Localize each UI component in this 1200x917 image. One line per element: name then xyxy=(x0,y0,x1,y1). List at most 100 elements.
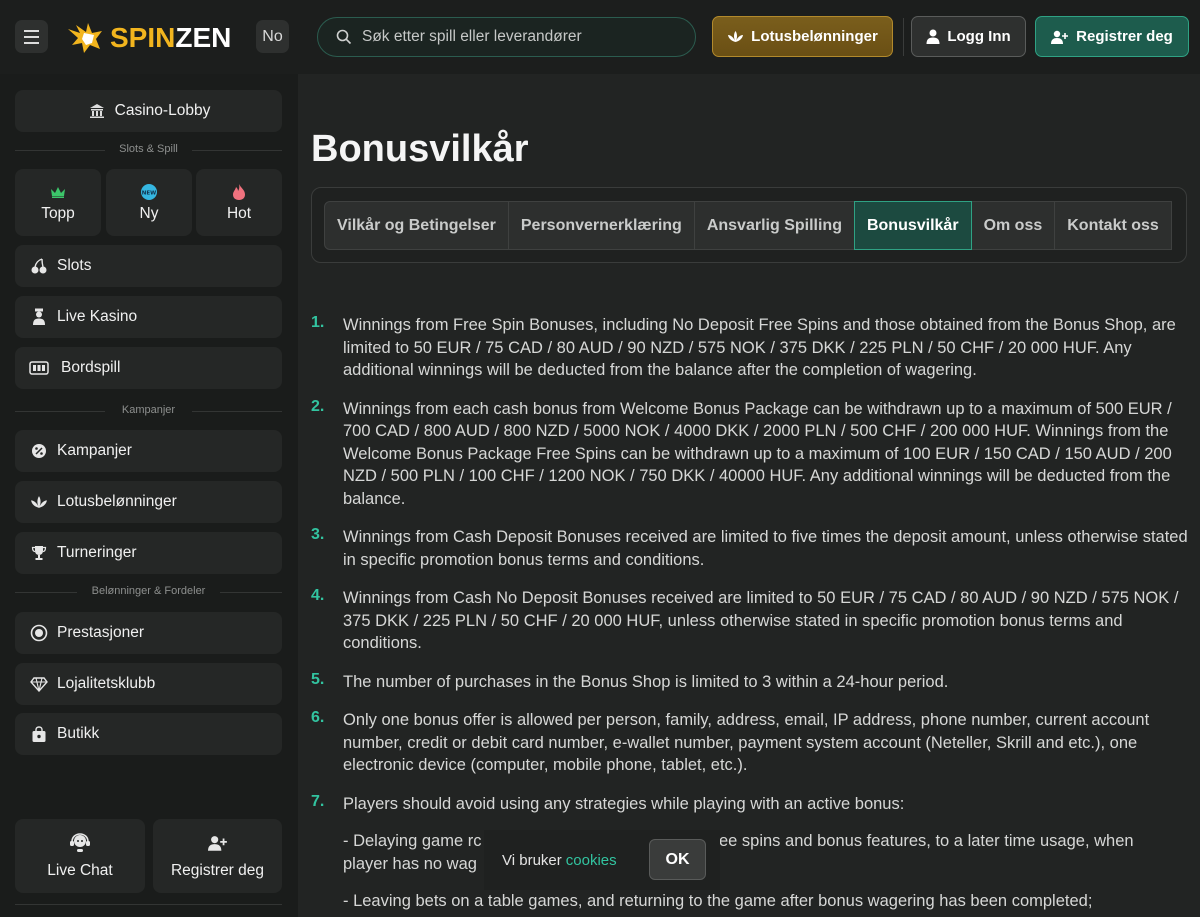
shop-bag-icon xyxy=(29,724,49,744)
chat-support-icon xyxy=(70,833,90,852)
main-content: Bonusvilkår Vilkår og Betingelser Person… xyxy=(298,74,1200,917)
new-badge-icon: NEW xyxy=(140,182,158,202)
list-item: 5. The number of purchases in the Bonus … xyxy=(311,671,1189,694)
lotus-rewards-label: Lotusbelønninger xyxy=(751,28,878,45)
section-label-rewards: Belønninger & Fordeler xyxy=(15,585,282,599)
card-table-icon xyxy=(29,358,49,378)
cookies-link[interactable]: cookies xyxy=(566,852,617,869)
temple-icon xyxy=(87,101,107,121)
term-number: 5. xyxy=(311,670,325,688)
register-button[interactable]: Registrer deg xyxy=(1035,16,1189,57)
tab-about-us[interactable]: Om oss xyxy=(970,201,1056,250)
sub-item-leaving-bets: - Leaving bets on a table games, and ret… xyxy=(343,892,1093,910)
sidebar-item-label: Lotusbelønninger xyxy=(57,493,177,510)
login-button[interactable]: Logg Inn xyxy=(911,16,1026,57)
page-title: Bonusvilkår xyxy=(311,128,529,170)
live-chat-label: Live Chat xyxy=(47,862,113,879)
term-number: 4. xyxy=(311,587,325,604)
tab-bonus-terms[interactable]: Bonusvilkår xyxy=(853,201,972,250)
tile-top[interactable]: Topp xyxy=(15,169,101,236)
cookie-ok-button[interactable]: OK xyxy=(649,839,706,880)
sidebar-item-label: Lojalitetsklubb xyxy=(57,675,156,692)
tile-hot[interactable]: Hot xyxy=(196,169,282,236)
search-bar[interactable] xyxy=(317,17,696,57)
sidebar-item-live-casino[interactable]: Live Kasino xyxy=(15,296,282,338)
list-item: 4. Winnings from Cash No Deposit Bonuses… xyxy=(311,587,1189,655)
lotus-rewards-button[interactable]: Lotusbelønninger xyxy=(712,16,893,57)
term-number: 3. xyxy=(311,526,325,543)
list-item: 6. Only one bonus offer is allowed per p… xyxy=(311,709,1189,777)
logo[interactable]: SPINZEN xyxy=(66,20,231,56)
sidebar-register-button[interactable]: Registrer deg xyxy=(153,819,282,893)
sidebar-item-campaigns[interactable]: Kampanjer xyxy=(15,430,282,472)
user-icon xyxy=(926,29,940,44)
cherries-icon xyxy=(29,256,49,276)
term-number: 2. xyxy=(311,397,325,415)
sidebar-item-lotus-rewards[interactable]: Lotusbelønninger xyxy=(15,481,282,523)
list-item: 7. Players should avoid using any strate… xyxy=(311,793,1189,816)
term-number: 6. xyxy=(311,709,325,726)
sidebar-item-label: Butikk xyxy=(57,725,100,742)
tile-new-label: Ny xyxy=(139,205,159,222)
percent-icon xyxy=(29,441,49,461)
tab-privacy-policy[interactable]: Personvernerklæring xyxy=(507,201,695,250)
lotus-icon xyxy=(29,492,49,512)
tile-new[interactable]: NEW Ny xyxy=(106,169,192,236)
term-text: The number of purchases in the Bonus Sho… xyxy=(343,672,949,691)
unicorn-logo-icon xyxy=(68,23,102,53)
bonus-terms-list: 1. Winnings from Free Spin Bonuses, incl… xyxy=(311,314,1189,831)
section-label-slots: Slots & Spill xyxy=(15,143,282,157)
tab-responsible-gaming[interactable]: Ansvarlig Spilling xyxy=(693,201,855,250)
hamburger-menu-button[interactable] xyxy=(15,20,48,53)
sidebar-item-label: Prestasjoner xyxy=(57,624,145,641)
logo-text-spin: SPIN xyxy=(110,22,176,53)
sidebar-item-loyalty-club[interactable]: Lojalitetsklubb xyxy=(15,663,282,705)
search-icon xyxy=(336,29,352,45)
sidebar-item-shop[interactable]: Butikk xyxy=(15,713,282,755)
sub-item-text-end: ree spins and bonus features, to a later… xyxy=(713,832,1134,850)
add-user-icon xyxy=(207,836,227,851)
sidebar-item-casino-lobby[interactable]: Casino-Lobby xyxy=(15,90,282,132)
sidebar-divider xyxy=(15,904,282,905)
login-label: Logg Inn xyxy=(947,28,1011,45)
sidebar-item-tournaments[interactable]: Turneringer xyxy=(15,532,282,574)
medal-icon xyxy=(29,623,49,643)
sub-item-text-line2: player has no wag xyxy=(343,854,477,873)
sidebar-item-label: Slots xyxy=(57,257,92,274)
tabs-row: Vilkår og Betingelser Personvernerklærin… xyxy=(324,201,1172,250)
crown-icon xyxy=(50,182,66,202)
sidebar-register-label: Registrer deg xyxy=(170,862,265,879)
list-item: 2. Winnings from each cash bonus from We… xyxy=(311,398,1189,511)
sidebar-item-table-games[interactable]: Bordspill xyxy=(15,347,282,389)
sub-item-delaying: - Delaying game rc ree spins and bonus fe… xyxy=(343,830,1173,875)
sub-item-text-start: - Delaying game rc xyxy=(343,832,482,850)
sidebar-item-slots[interactable]: Slots xyxy=(15,245,282,287)
term-text: Players should avoid using any strategie… xyxy=(343,794,905,813)
sidebar-item-label: Bordspill xyxy=(61,359,121,376)
tab-bar: Vilkår og Betingelser Personvernerklærin… xyxy=(311,187,1187,263)
sidebar-item-label: Turneringer xyxy=(57,544,137,561)
tab-contact-us[interactable]: Kontakt oss xyxy=(1054,201,1172,250)
dealer-icon xyxy=(29,307,49,327)
term-text: Winnings from Cash No Deposit Bonuses re… xyxy=(343,589,1179,652)
live-chat-button[interactable]: Live Chat xyxy=(15,819,145,893)
language-selector[interactable]: No xyxy=(256,20,289,53)
tile-top-label: Topp xyxy=(41,205,75,222)
trophy-icon xyxy=(29,543,49,563)
section-label-campaigns: Kampanjer xyxy=(15,404,282,418)
sidebar-item-achievements[interactable]: Prestasjoner xyxy=(15,612,282,654)
top-header: SPINZEN No Lotusbelønninger Logg Inn Reg… xyxy=(0,0,1200,74)
tab-terms-and-conditions[interactable]: Vilkår og Betingelser xyxy=(324,201,509,250)
logo-text-zen: ZEN xyxy=(175,22,232,53)
header-divider xyxy=(903,18,904,56)
lotus-icon xyxy=(728,31,744,42)
add-user-icon xyxy=(1051,30,1069,44)
tile-hot-label: Hot xyxy=(226,205,252,222)
search-input[interactable] xyxy=(362,28,662,46)
hamburger-icon xyxy=(24,28,39,46)
cookie-text: Vi bruker xyxy=(502,851,562,869)
svg-text:NEW: NEW xyxy=(142,191,156,197)
list-item: 1. Winnings from Free Spin Bonuses, incl… xyxy=(311,314,1189,382)
term-number: 1. xyxy=(311,314,325,331)
term-text: Winnings from each cash bonus from Welco… xyxy=(343,399,1172,508)
